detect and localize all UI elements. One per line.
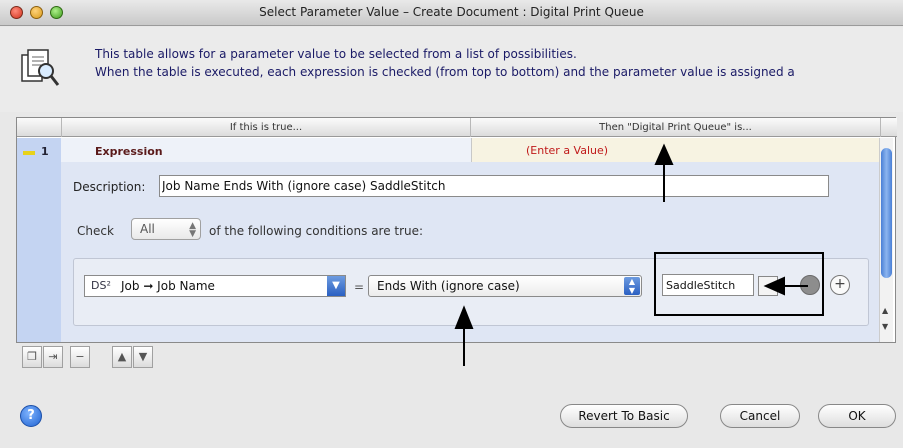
info-header: This table allows for a parameter value … [0,27,903,112]
document-search-icon [21,49,60,86]
scrollbar-thumb[interactable] [881,148,892,278]
revert-to-basic-button[interactable]: Revert To Basic [560,404,688,428]
expression-tab[interactable]: Expression [61,138,481,162]
updown-chevron-icon: ▲ ▼ [624,277,640,295]
condition-value-input[interactable] [662,274,754,296]
ok-button[interactable]: OK [818,404,896,428]
add-condition-button[interactable]: + [830,275,850,295]
value-picker-button[interactable] [758,276,778,296]
updown-chevron-icon: ▲ ▼ [189,221,196,239]
check-mode-value: All [140,222,155,236]
row-gutter[interactable]: 1 [17,138,61,342]
duplicate-icon[interactable]: ❐ [22,346,42,368]
scroll-up-icon[interactable]: ▲ [882,306,888,315]
vertical-scrollbar[interactable]: ▲ ▼ [879,138,893,342]
description-label: Description: [73,180,146,194]
info-text-line-2: When the table is executed, each express… [95,65,795,79]
value-tab-label: (Enter a Value) [526,144,609,157]
help-button[interactable]: ? [20,405,42,427]
chevron-down-icon[interactable]: ▼ [327,276,345,296]
scroll-down-icon[interactable]: ▼ [882,322,888,331]
conditions-label: of the following conditions are true: [209,224,424,238]
column-header-if[interactable]: If this is true... [61,118,471,137]
condition-field-text: Job ➞ Job Name [121,279,215,293]
description-input[interactable] [159,175,829,197]
dialog-window: Select Parameter Value – Create Document… [0,0,903,448]
window-title: Select Parameter Value – Create Document… [259,5,644,19]
column-header-then[interactable]: Then "Digital Print Queue" is... [471,118,881,137]
condition-operator-select[interactable]: Ends With (ignore case) ▲ ▼ [368,275,642,297]
row-marker [23,151,35,155]
value-tab[interactable]: (Enter a Value) [471,138,881,162]
table-column-header: If this is true... Then "Digital Print Q… [17,118,897,137]
expression-tab-label: Expression [95,145,163,158]
remove-condition-button[interactable] [800,275,820,295]
check-mode-select[interactable]: All ▲ ▼ [131,218,201,240]
condition-field-selector[interactable]: DS² Job ➞ Job Name ▼ [84,275,346,297]
move-down-icon[interactable]: ▼ [133,346,153,368]
condition-operator-text: Ends With (ignore case) [377,279,520,293]
check-label: Check [77,224,114,238]
condition-separator: = [354,280,365,294]
remove-icon[interactable]: − [70,346,90,368]
info-text-line-1: This table allows for a parameter value … [95,47,577,61]
indent-icon[interactable]: ⇥ [43,346,63,368]
row-number: 1 [41,145,49,158]
title-bar[interactable]: Select Parameter Value – Create Document… [0,0,903,26]
datasource-icon: DS² [91,279,111,292]
move-up-icon[interactable]: ▲ [112,346,132,368]
cancel-button[interactable]: Cancel [720,404,800,428]
